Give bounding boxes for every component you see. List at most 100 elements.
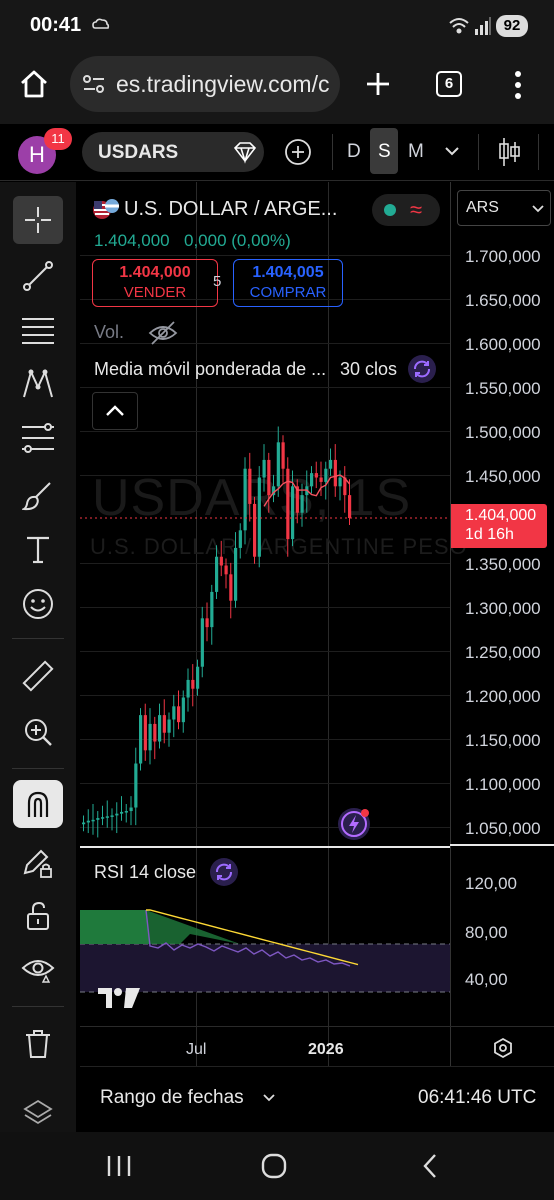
lightning-icon[interactable]	[338, 808, 370, 840]
price-axis[interactable]: ARS 1.700,000 1.650,000 1.600,000 1.550,…	[450, 182, 554, 1066]
candle-body	[257, 477, 261, 557]
site-settings-icon[interactable]	[82, 74, 106, 99]
sell-button[interactable]: 1.404,000 VENDER	[92, 259, 218, 307]
candle-body	[219, 556, 223, 566]
price-label: 1.500,000	[465, 423, 541, 442]
text-tool[interactable]	[13, 526, 63, 574]
pattern-icon	[23, 369, 53, 398]
candle-body	[177, 706, 181, 723]
ruler-icon	[22, 660, 54, 692]
volume-label[interactable]: Vol.	[94, 322, 124, 343]
crosshair-tool[interactable]	[13, 196, 63, 244]
timeframe-month[interactable]: M	[408, 141, 424, 163]
timeframe-week[interactable]: S	[378, 141, 391, 163]
time-axis[interactable]: Jul 2026	[80, 1026, 554, 1067]
home-nav-icon[interactable]	[260, 1152, 288, 1185]
timeframe-day[interactable]: D	[347, 141, 361, 163]
add-symbol-icon[interactable]	[284, 138, 312, 171]
recent-apps-icon[interactable]	[106, 1154, 132, 1183]
delete-tool[interactable]	[13, 1020, 63, 1068]
url-text: es.tradingview.com/c	[116, 71, 330, 97]
crosshair-icon	[25, 207, 51, 233]
symbol-search[interactable]: USDARS	[82, 132, 264, 172]
candle-body	[143, 715, 147, 751]
home-icon[interactable]	[18, 69, 50, 104]
status-bar: 00:41 92	[0, 0, 554, 52]
back-icon[interactable]	[420, 1152, 440, 1185]
eye-icon	[21, 960, 55, 983]
url-bar[interactable]: es.tradingview.com/c	[70, 56, 340, 112]
buy-label: COMPRAR	[249, 284, 327, 301]
browser-bar: es.tradingview.com/c 6	[0, 52, 554, 124]
unlock-icon	[27, 901, 49, 930]
candle-body	[286, 468, 290, 540]
candle-body	[96, 818, 100, 820]
utc-clock[interactable]: 06:41:46 UTC	[418, 1087, 536, 1109]
smiley-icon	[23, 589, 53, 619]
indicator-param: 30 clos	[340, 359, 398, 379]
magnet-tool[interactable]	[13, 780, 63, 828]
forecast-tool[interactable]	[13, 414, 63, 462]
wifi-icon	[448, 16, 470, 41]
candle-body	[314, 473, 318, 478]
candle-series	[82, 426, 352, 838]
currency-select[interactable]: ARS	[457, 190, 551, 226]
brush-icon	[22, 482, 51, 511]
zoom-tool[interactable]	[13, 708, 63, 756]
text-icon	[27, 536, 49, 564]
lock-drawing-tool[interactable]	[13, 838, 63, 886]
trash-icon	[26, 1030, 50, 1058]
fib-tool[interactable]	[13, 306, 63, 354]
diamond-icon[interactable]	[232, 140, 258, 169]
candle-body	[162, 715, 166, 733]
candle-body	[248, 468, 252, 504]
price-label: 1.150,000	[465, 731, 541, 750]
bottom-toolbar: Rango de fechas 06:41:46 UTC	[80, 1066, 554, 1131]
candle-body	[210, 591, 214, 628]
visibility-tool[interactable]	[13, 946, 63, 994]
candle-body	[224, 565, 228, 575]
market-status-pill[interactable]: ≈	[372, 194, 440, 226]
candle-body	[300, 495, 304, 513]
collapse-legend-button[interactable]	[92, 392, 138, 430]
chevron-down-icon[interactable]	[262, 1093, 276, 1103]
price-label: 1.600,000	[465, 335, 541, 354]
object-tree-tool[interactable]	[13, 1088, 63, 1136]
price-label: 1.650,000	[465, 291, 541, 310]
rsi-axis-label: 80,00	[465, 923, 508, 942]
ruler-tool[interactable]	[13, 652, 63, 700]
tab-switcher-button[interactable]: 6	[436, 71, 462, 97]
buy-button[interactable]: 1.404,005 COMPRAR	[233, 259, 343, 307]
indicator-name[interactable]: Media móvil ponderada de ...	[94, 359, 326, 380]
price-label: 1.450,000	[465, 467, 541, 486]
refresh-icon[interactable]	[408, 355, 436, 383]
candle-body	[338, 477, 342, 487]
trend-line-icon	[23, 261, 53, 291]
trend-line-tool[interactable]	[13, 252, 63, 300]
unlock-tool[interactable]	[13, 892, 63, 940]
candles-icon[interactable]	[498, 136, 522, 173]
fib-lines-icon	[22, 318, 54, 344]
candle-body	[82, 822, 86, 825]
spread-value: 5	[213, 273, 222, 290]
emoji-tool[interactable]	[13, 580, 63, 628]
pattern-tool[interactable]	[13, 360, 63, 408]
drawing-toolbar	[0, 182, 76, 1132]
chevron-down-icon[interactable]	[444, 144, 460, 162]
eye-hidden-icon[interactable]	[148, 320, 178, 351]
symbol-title[interactable]: U.S. DOLLAR / ARGE...	[124, 198, 337, 221]
candle-body	[124, 811, 128, 813]
brush-tool[interactable]	[13, 472, 63, 520]
layers-icon	[23, 1099, 53, 1125]
new-tab-icon[interactable]	[364, 70, 392, 103]
more-menu-icon[interactable]	[512, 70, 524, 105]
bar-countdown: 1d 16h	[465, 526, 514, 543]
candle-body	[186, 679, 190, 698]
date-range-button[interactable]: Rango de fechas	[100, 1087, 244, 1109]
chart-settings-icon[interactable]	[492, 1037, 514, 1064]
candle-body	[129, 807, 133, 812]
candle-body	[86, 820, 90, 823]
chevron-up-icon	[106, 405, 124, 416]
candle-body	[105, 816, 109, 818]
candle-body	[191, 679, 195, 689]
